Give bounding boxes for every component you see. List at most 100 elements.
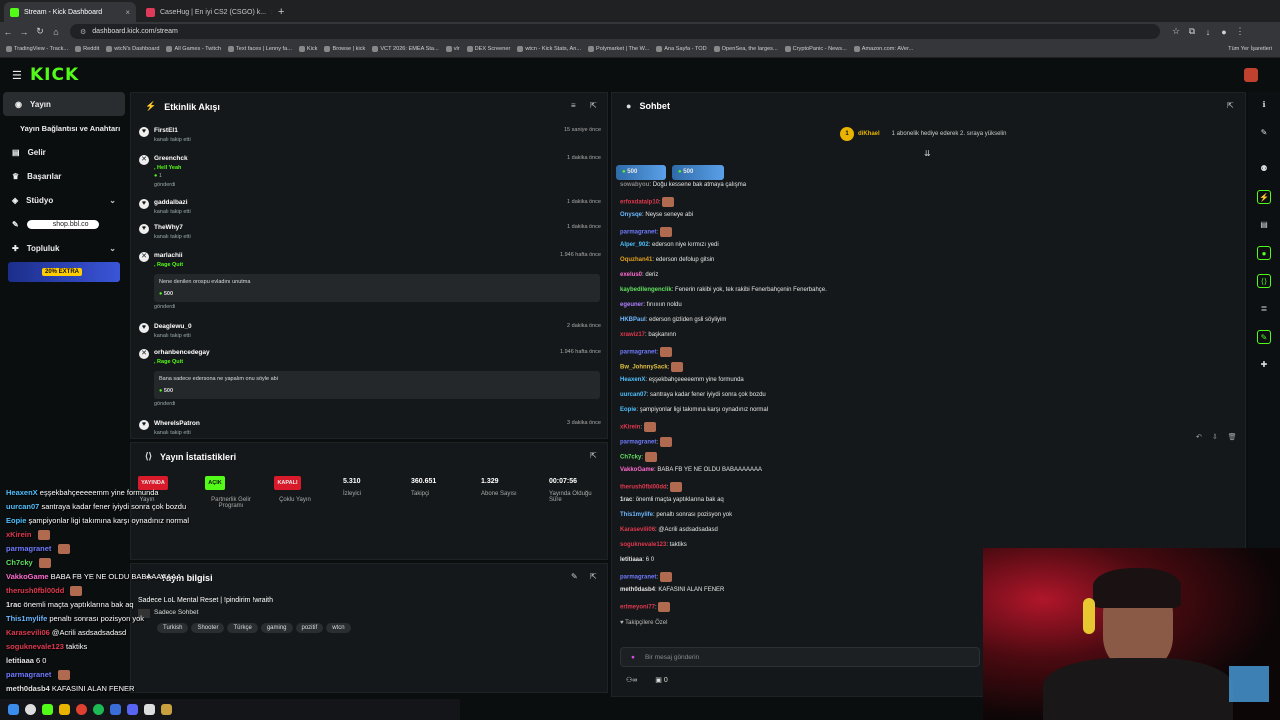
shop-link[interactable]: shop.bbl.co: [26, 219, 99, 229]
chat-message[interactable]: erfoxdatalp10:: [620, 197, 675, 207]
tag-chip[interactable]: wtcn: [326, 623, 351, 633]
chat-message[interactable]: meth0dasb4: KAFASINI ALAN FENER: [620, 587, 724, 593]
chat-input[interactable]: ● Bir mesaj gönderin: [620, 647, 980, 667]
chat-username[interactable]: parmagranet: [620, 440, 656, 446]
reload-icon[interactable]: ↻: [32, 26, 48, 37]
chat-username[interactable]: Onysqe: [620, 212, 642, 218]
chat-message[interactable]: VakkoGame: BABA FB YE NE OLDU BABAAAAAAA: [620, 467, 762, 473]
chat-username[interactable]: xKirein: [620, 425, 640, 431]
chat-message[interactable]: parmagranet:: [620, 347, 672, 357]
camera-icon[interactable]: ⚉: [1257, 162, 1271, 176]
popout-icon[interactable]: ⇱: [590, 101, 597, 110]
chat-message[interactable]: 1rac: önemli maçta yaptıklarına bak aq: [620, 497, 724, 503]
community-icon[interactable]: ✚: [1257, 358, 1271, 372]
chat-username[interactable]: kaybedilengenclik: [620, 287, 672, 293]
chat-message[interactable]: HKBPaul: ederson gizliden gsli söyliyim: [620, 317, 726, 323]
tool-icon[interactable]: ✎: [1257, 330, 1271, 344]
popout-icon[interactable]: ⇱: [1227, 101, 1234, 110]
chat-username[interactable]: 1rac: [620, 497, 632, 503]
chat-username[interactable]: parmagranet: [620, 575, 656, 581]
emote-settings-icon[interactable]: ⚇∞: [626, 676, 637, 684]
tag-chip[interactable]: Turkish: [157, 623, 189, 633]
activity-username[interactable]: Deaglewu_0: [154, 323, 192, 330]
gift-icon[interactable]: ▣ 0: [655, 676, 667, 684]
chat-message[interactable]: xrawiz17: başkanınn: [620, 332, 676, 338]
chat-username[interactable]: soguknevale123: [620, 542, 666, 548]
kick-logo[interactable]: KICK: [30, 65, 79, 85]
multistream-badge[interactable]: KAPALI: [274, 476, 301, 490]
chat-message[interactable]: uurcan07: santraya kadar fener iyiydi so…: [620, 392, 766, 398]
chat-username[interactable]: therush0fbl00dd: [620, 485, 667, 491]
bookmark-item[interactable]: Kick: [298, 46, 317, 52]
microphone-icon[interactable]: ●: [631, 654, 635, 661]
sidebar-item-yayin[interactable]: ◉ Yayın: [3, 92, 125, 116]
tag-chip[interactable]: pozitif: [295, 623, 324, 633]
forward-icon[interactable]: →: [16, 27, 32, 37]
bookmark-item[interactable]: Polymarket | The W...: [588, 46, 649, 52]
bookmark-item[interactable]: OpenSea, the larges...: [713, 46, 778, 52]
chat-username[interactable]: HeaxenX: [620, 377, 645, 383]
sidebar-item-basarilar[interactable]: ♛ Başarılar: [0, 164, 128, 188]
chat-message[interactable]: HeaxenX: eşşekbahçeeeeemm yine formunda: [620, 377, 744, 383]
document-icon[interactable]: ▤: [1257, 218, 1271, 232]
tag-chip[interactable]: gaming: [260, 623, 293, 633]
tag-chip[interactable]: Shooter: [191, 623, 225, 633]
chat-username[interactable]: This1mylife: [620, 512, 653, 518]
chat-username[interactable]: meth0dasb4: [620, 587, 655, 593]
kick-app-icon[interactable]: [42, 704, 53, 715]
profile-icon[interactable]: ●: [1216, 27, 1232, 37]
activity-username[interactable]: FirstEl1: [154, 127, 178, 134]
chat-username[interactable]: Ch7cky: [620, 455, 641, 461]
browser-tab[interactable]: CaseHug | En iyi CS2 (CSGO) k... ×: [140, 2, 272, 22]
activity-username[interactable]: orhanbencedegay: [154, 349, 210, 356]
partner-badge[interactable]: AÇIK: [205, 476, 225, 490]
chat-username[interactable]: Bw_JohnnySack: [620, 365, 668, 371]
all-bookmarks[interactable]: Tüm Yer İşaretleri: [1228, 46, 1272, 52]
bookmark-star-icon[interactable]: ☆: [1168, 26, 1184, 37]
sidebar-item-stream-key[interactable]: Yayın Bağlantısı ve Anahtarı: [0, 116, 128, 140]
chat-username[interactable]: parmagranet: [620, 230, 656, 236]
obs-icon[interactable]: [144, 704, 155, 715]
sidebar-item-gelir[interactable]: ▤ Gelir: [0, 140, 128, 164]
bookmark-item[interactable]: All Games - Twitch: [166, 46, 221, 52]
extensions-icon[interactable]: ⧉: [1184, 26, 1200, 37]
delete-icon[interactable]: 🗑: [1228, 433, 1237, 441]
activity-username[interactable]: Greenchck: [154, 155, 188, 162]
chat-message[interactable]: exelus0: deriz: [620, 272, 658, 278]
bookmark-item[interactable]: wtcn - Kick Stats, An...: [517, 46, 581, 52]
bookmark-item[interactable]: Text faces | Lenny fa...: [228, 46, 292, 52]
close-icon[interactable]: ×: [125, 8, 130, 17]
storage-icon[interactable]: ≣: [1257, 302, 1271, 316]
chat-message[interactable]: parmagranet:: [620, 227, 672, 237]
chat-message[interactable]: This1mylife: penaltı sonrası pozisyon yo…: [620, 512, 732, 518]
close-icon[interactable]: ×: [271, 8, 272, 17]
chat-message[interactable]: therush0fbl00dd:: [620, 482, 683, 492]
chat-message[interactable]: parmagranet:: [620, 572, 672, 582]
stats-icon[interactable]: ⟨⟩: [1257, 274, 1271, 288]
chat-message[interactable]: erlmeyoni77:: [620, 602, 671, 612]
chat-message[interactable]: Eopie: şampiyonlar ligi takımına karşı o…: [620, 407, 768, 413]
edit-icon[interactable]: ✎: [571, 572, 578, 581]
chat-message[interactable]: Karasevili06: @Acrili asdsadsadasd: [620, 527, 718, 533]
pin-icon[interactable]: ⇩: [1212, 433, 1218, 441]
bookmark-item[interactable]: Reddit: [75, 46, 99, 52]
new-tab-icon[interactable]: +: [278, 6, 284, 18]
chat-username[interactable]: letitiaaa: [620, 557, 642, 563]
back-icon[interactable]: ←: [0, 27, 16, 37]
tip-pill[interactable]: ● 500: [616, 165, 666, 180]
chat-username[interactable]: Karasevili06: [620, 527, 655, 533]
chat-username[interactable]: parmagranet: [620, 350, 656, 356]
chat-message[interactable]: Onysqe: Neyse seneye abi: [620, 212, 693, 218]
chat-message[interactable]: Ch7cky:: [620, 452, 657, 462]
hamburger-menu-icon[interactable]: ☰: [12, 69, 22, 82]
bookmark-item[interactable]: DEX Screener: [466, 46, 510, 52]
chat-username[interactable]: erlmeyoni77: [620, 605, 655, 611]
activity-username[interactable]: marlachii: [154, 252, 183, 259]
chat-username[interactable]: erfoxdatalp10: [620, 200, 659, 206]
steam-icon[interactable]: [110, 704, 121, 715]
spotify-icon[interactable]: [93, 704, 104, 715]
home-icon[interactable]: ⌂: [48, 27, 64, 37]
chat-username[interactable]: Eopie: [620, 407, 636, 413]
bookmark-item[interactable]: Browse | kick: [324, 46, 365, 52]
chat-message[interactable]: Alper_902: ederson niye kırmızı yedi: [620, 242, 719, 248]
